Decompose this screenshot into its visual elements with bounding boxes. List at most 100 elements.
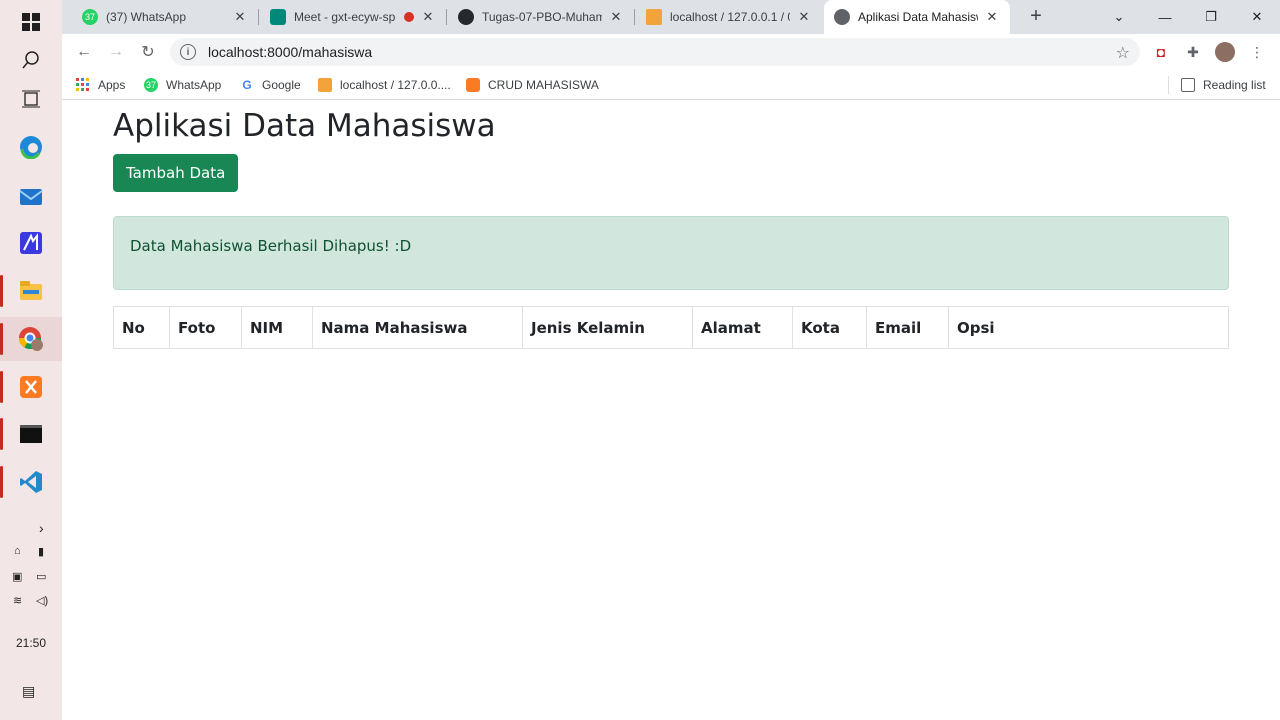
forward-icon[interactable]: → <box>104 40 128 64</box>
alert-message: Data Mahasiswa Berhasil Dihapus! :D <box>130 237 412 255</box>
tab-search-icon[interactable]: ⌄ <box>1096 0 1142 34</box>
app-blue-icon[interactable] <box>0 221 62 265</box>
column-header-no: No <box>113 306 170 349</box>
bookmark-label: Apps <box>98 78 126 92</box>
close-window-button[interactable]: ✕ <box>1234 0 1280 34</box>
column-header-nama-mahasiswa: Nama Mahasiswa <box>312 306 523 349</box>
search-icon[interactable] <box>0 38 62 82</box>
github-icon <box>458 9 474 25</box>
edge-icon[interactable] <box>0 125 62 169</box>
profile-avatar[interactable] <box>1215 42 1235 62</box>
tab-separator <box>446 9 447 25</box>
new-tab-button[interactable]: + <box>1025 6 1047 28</box>
extension-shield-icon[interactable]: ◘ <box>1151 42 1171 62</box>
file-explorer-icon[interactable] <box>0 269 62 313</box>
meet-icon <box>270 9 286 25</box>
notification-icon[interactable]: ▤ <box>22 683 35 700</box>
browser-window: 37 (37) WhatsApp ✕ Meet - gxt-ecyw-sp ✕ … <box>62 0 1280 720</box>
column-header-nim: NIM <box>241 306 313 349</box>
mahasiswa-table: No Foto NIM Nama Mahasiswa Jenis Kelamin… <box>113 306 1229 349</box>
xampp-icon <box>466 78 480 92</box>
tab-phpmyadmin[interactable]: localhost / 127.0.0.1 / 0 ✕ <box>636 0 822 34</box>
reload-icon[interactable]: ↻ <box>136 40 160 64</box>
bookmark-label: WhatsApp <box>166 78 222 92</box>
url-text[interactable]: localhost:8000/mahasiswa <box>208 44 372 60</box>
tab-title: localhost / 127.0.0.1 / 0 <box>670 10 790 24</box>
terminal-icon[interactable] <box>0 412 62 456</box>
tab-strip: 37 (37) WhatsApp ✕ Meet - gxt-ecyw-sp ✕ … <box>62 0 1280 34</box>
whatsapp-icon: 37 <box>144 78 158 92</box>
browser-toolbar: ← → ↻ i localhost:8000/mahasiswa ☆ ◘ ✚ ⋮ <box>62 34 1280 70</box>
tab-github[interactable]: Tugas-07-PBO-Muham ✕ <box>448 0 634 34</box>
microphone-icon[interactable]: ▮ <box>38 545 44 558</box>
bookmark-crud-mahasiswa[interactable]: CRUD MAHASISWA <box>466 76 599 94</box>
tab-title: Tugas-07-PBO-Muham <box>482 10 602 24</box>
bookmark-label: localhost / 127.0.0.... <box>340 78 451 92</box>
taskbar-clock[interactable]: 21:50 <box>0 636 62 650</box>
meet-now-icon[interactable]: ⌂ <box>14 545 21 557</box>
wifi-icon[interactable]: ≋ <box>13 594 22 607</box>
main-container: Aplikasi Data Mahasiswa Tambah Data Data… <box>113 101 1229 349</box>
bookmark-label: Google <box>262 78 301 92</box>
address-bar[interactable]: i localhost:8000/mahasiswa ☆ <box>170 38 1140 66</box>
reading-list-button[interactable]: Reading list <box>1181 76 1266 94</box>
minimize-button[interactable]: — <box>1142 0 1188 34</box>
bookmark-phpmyadmin[interactable]: localhost / 127.0.0.... <box>318 76 451 94</box>
close-icon[interactable]: ✕ <box>232 9 248 25</box>
bookmarks-bar: Apps 37 WhatsApp G Google localhost / 12… <box>62 70 1280 100</box>
recording-icon <box>404 12 414 22</box>
phpmyadmin-icon <box>318 78 332 92</box>
vscode-icon[interactable] <box>0 460 62 504</box>
tab-title: Meet - gxt-ecyw-sp <box>294 10 396 24</box>
tambah-data-button[interactable]: Tambah Data <box>113 154 239 192</box>
battery-icon[interactable]: ▭ <box>36 570 46 583</box>
apps-grid-icon <box>76 78 90 92</box>
restore-button[interactable]: ❐ <box>1188 0 1234 34</box>
close-icon[interactable]: ✕ <box>420 9 436 25</box>
xampp-icon[interactable] <box>0 365 62 409</box>
page-content: Aplikasi Data Mahasiswa Tambah Data Data… <box>62 101 1280 720</box>
bookmarks-separator <box>1168 76 1169 94</box>
page-title: Aplikasi Data Mahasiswa <box>113 108 496 144</box>
bookmark-apps[interactable]: Apps <box>76 76 125 94</box>
mail-icon[interactable] <box>0 173 62 217</box>
close-icon[interactable]: ✕ <box>796 9 812 25</box>
whatsapp-icon: 37 <box>82 9 98 25</box>
bookmark-label: CRUD MAHASISWA <box>488 78 599 92</box>
bookmark-whatsapp[interactable]: 37 WhatsApp <box>144 76 221 94</box>
back-icon[interactable]: ← <box>72 40 96 64</box>
tab-whatsapp[interactable]: 37 (37) WhatsApp ✕ <box>72 0 258 34</box>
tab-separator <box>258 9 259 25</box>
task-view-icon[interactable] <box>0 77 62 121</box>
tab-title: Aplikasi Data Mahasisw <box>858 10 978 24</box>
bookmark-google[interactable]: G Google <box>240 76 301 94</box>
column-header-foto: Foto <box>169 306 242 349</box>
tab-meet[interactable]: Meet - gxt-ecyw-sp ✕ <box>260 0 446 34</box>
volume-icon[interactable]: ◁) <box>36 594 48 607</box>
tab-title: (37) WhatsApp <box>106 10 187 24</box>
network-icon[interactable]: ▣ <box>12 570 22 583</box>
menu-dots-icon[interactable]: ⋮ <box>1247 42 1267 62</box>
column-header-opsi: Opsi <box>948 306 1229 349</box>
bookmark-star-icon[interactable]: ☆ <box>1116 43 1130 63</box>
reading-list-icon <box>1181 78 1195 92</box>
google-icon: G <box>242 78 252 92</box>
success-alert: Data Mahasiswa Berhasil Dihapus! :D <box>113 216 1229 290</box>
chrome-icon[interactable] <box>0 317 62 361</box>
windows-taskbar: › ⌂ ▮ ▣ ▭ ≋ ◁) 21:50 ▤ <box>0 0 62 720</box>
globe-icon <box>834 9 850 25</box>
column-header-email: Email <box>866 306 949 349</box>
tab-aplikasi-data-mahasiswa[interactable]: Aplikasi Data Mahasisw ✕ <box>824 0 1010 34</box>
tab-separator <box>634 9 635 25</box>
column-header-alamat: Alamat <box>692 306 793 349</box>
table-header-row: No Foto NIM Nama Mahasiswa Jenis Kelamin… <box>113 306 1229 349</box>
chevron-right-icon[interactable]: › <box>39 520 44 536</box>
column-header-jenis-kelamin: Jenis Kelamin <box>522 306 693 349</box>
close-icon[interactable]: ✕ <box>608 9 624 25</box>
extensions-puzzle-icon[interactable]: ✚ <box>1183 42 1203 62</box>
phpmyadmin-icon <box>646 9 662 25</box>
site-info-icon[interactable]: i <box>180 44 196 60</box>
reading-list-label: Reading list <box>1203 78 1266 92</box>
close-icon[interactable]: ✕ <box>984 9 1000 25</box>
column-header-kota: Kota <box>792 306 867 349</box>
